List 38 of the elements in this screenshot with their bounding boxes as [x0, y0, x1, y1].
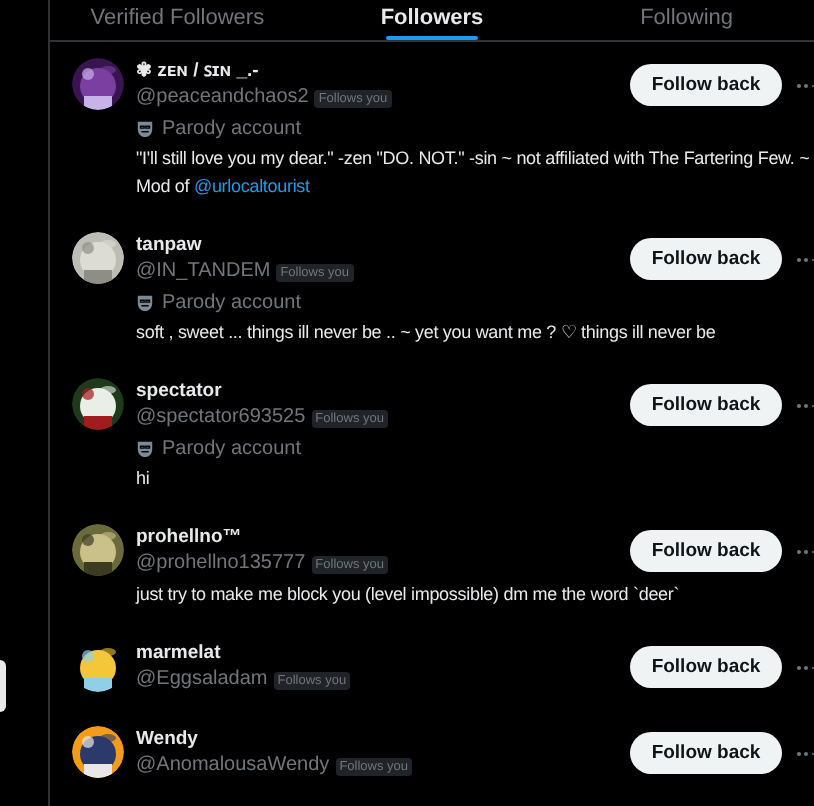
user-name[interactable]: Wendy [136, 726, 630, 752]
user-handle[interactable]: @IN_TANDEM [136, 258, 271, 286]
mask-icon [136, 440, 154, 458]
more-icon[interactable] [796, 401, 814, 409]
follow-back-button[interactable]: Follow back [630, 530, 782, 572]
tab[interactable]: Followers [304, 0, 560, 40]
mask-icon [136, 294, 154, 312]
more-icon[interactable] [796, 547, 814, 555]
more-icon[interactable] [796, 255, 814, 263]
user-name[interactable]: ✾ ᴢᴇɴ / ꜱɪɴ _.- [136, 58, 630, 84]
bio-text: "I'll still love you my dear." -zen "DO. NOT." -sin ~ not affiliated with The Fartering Few. ~ Mod of @urlocaltourist [136, 146, 812, 200]
follow-back-button[interactable]: Follow back [630, 64, 782, 106]
bio-text: hi [136, 466, 152, 492]
user-name[interactable]: tanpaw [136, 232, 630, 258]
more-icon[interactable] [796, 663, 814, 671]
mention-link[interactable]: @urlocaltourist [193, 176, 310, 196]
follow-back-button[interactable]: Follow back [630, 238, 782, 280]
follow-back-button[interactable]: Follow back [630, 646, 782, 688]
follow-back-button[interactable]: Follow back [630, 732, 782, 774]
mask-icon [136, 120, 154, 138]
more-icon[interactable] [796, 749, 814, 757]
user-name[interactable]: marmelat [136, 640, 630, 666]
user-handle[interactable]: @spectator693525 [136, 404, 306, 432]
parody-label: Parody account [162, 436, 301, 462]
user-handle[interactable]: @peaceandchaos2 [136, 84, 309, 112]
user-name[interactable]: prohellno™ [136, 524, 630, 550]
user-name[interactable]: spectator [136, 378, 630, 404]
follow-back-button[interactable]: Follow back [630, 384, 782, 426]
bio-text: soft , sweet ... things ill never be .. ~ yet you want me ? ♡ things ill never be [136, 320, 718, 346]
parody-label: Parody account [162, 290, 301, 316]
tab[interactable]: Verified Followers [50, 0, 305, 40]
parody-label: Parody account [162, 116, 301, 142]
more-icon[interactable] [796, 81, 814, 89]
tab[interactable]: Following [559, 0, 814, 40]
user-handle[interactable]: @prohellno135777 [136, 550, 306, 578]
bio-text: just try to make me block you (level impossible) dm me the word `deer` [136, 582, 682, 608]
user-handle[interactable]: @AnomalousaWendy [136, 752, 330, 780]
user-handle[interactable]: @Eggsaladam [136, 666, 268, 694]
